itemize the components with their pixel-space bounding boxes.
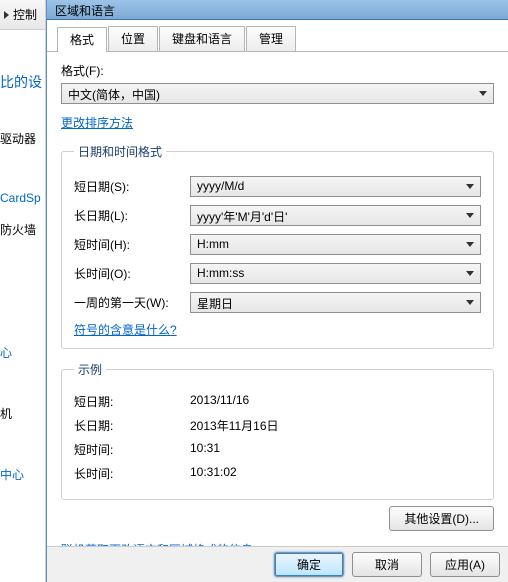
chevron-down-icon: [479, 91, 487, 96]
tab-bar: 格式 位置 键盘和语言 管理: [47, 20, 508, 52]
breadcrumb-text: 控制: [13, 6, 37, 23]
left-item: 机: [0, 397, 43, 430]
underlying-window-fragment: 控制 比的设 驱动器 CardSp 防火墙 心 机 中心: [0, 0, 46, 582]
tab-format[interactable]: 格式: [57, 27, 107, 52]
tab-keyboards[interactable]: 键盘和语言: [159, 26, 245, 51]
left-link[interactable]: CardSp: [0, 183, 43, 213]
ok-button[interactable]: 确定: [274, 552, 344, 577]
long-time-label: 长时间(O):: [74, 265, 190, 282]
left-item: 驱动器: [0, 122, 43, 155]
left-heading-fragment: 比的设: [0, 64, 43, 94]
long-time-select[interactable]: H:mm:ss: [190, 263, 481, 284]
datetime-formats-group: 日期和时间格式 短日期(S): yyyy/M/d 长日期(L): yyyy'年'…: [61, 143, 494, 349]
dialog-button-bar: 确定 取消 应用(A): [47, 546, 508, 582]
apply-button[interactable]: 应用(A): [430, 552, 500, 577]
first-day-label: 一周的第一天(W):: [74, 294, 190, 311]
short-time-label: 短时间(H):: [74, 236, 190, 253]
example-short-date-value: 2013/11/16: [190, 393, 249, 410]
cancel-button[interactable]: 取消: [352, 552, 422, 577]
chevron-down-icon: [466, 300, 474, 305]
first-day-select[interactable]: 星期日: [190, 292, 481, 313]
chevron-down-icon: [466, 242, 474, 247]
region-language-dialog: 区域和语言 格式 位置 键盘和语言 管理 格式(F): 中文(简体，中国) 更改…: [46, 0, 508, 582]
dialog-title: 区域和语言: [55, 4, 115, 18]
breadcrumb-arrow-icon: [4, 11, 9, 19]
left-item: 防火墙: [0, 213, 43, 246]
chevron-down-icon: [466, 184, 474, 189]
chevron-down-icon: [466, 213, 474, 218]
example-short-time-value: 10:31: [190, 441, 220, 458]
tab-panel-format: 格式(F): 中文(简体，中国) 更改排序方法 日期和时间格式 短日期(S): …: [47, 52, 508, 566]
format-label: 格式(F):: [61, 62, 494, 79]
left-link[interactable]: 心: [0, 336, 43, 369]
short-time-select[interactable]: H:mm: [190, 234, 481, 255]
short-date-select[interactable]: yyyy/M/d: [190, 176, 481, 197]
short-date-label: 短日期(S):: [74, 178, 190, 195]
chevron-down-icon: [466, 271, 474, 276]
additional-settings-button[interactable]: 其他设置(D)...: [389, 506, 494, 531]
format-select-value: 中文(简体，中国): [68, 88, 160, 102]
example-short-time-label: 短时间:: [74, 441, 190, 458]
examples-group: 示例 短日期: 2013/11/16 长日期: 2013年11月16日 短时间:…: [61, 361, 494, 500]
dialog-titlebar: 区域和语言: [47, 0, 508, 20]
example-short-date-label: 短日期:: [74, 393, 190, 410]
example-long-date-label: 长日期:: [74, 417, 190, 434]
tab-admin[interactable]: 管理: [246, 26, 296, 51]
example-long-date-value: 2013年11月16日: [190, 417, 279, 434]
datetime-formats-legend: 日期和时间格式: [74, 143, 166, 160]
long-date-select[interactable]: yyyy'年'M'月'd'日': [190, 205, 481, 226]
format-select[interactable]: 中文(简体，中国): [61, 83, 494, 104]
change-sort-link[interactable]: 更改排序方法: [61, 114, 133, 131]
tab-location[interactable]: 位置: [108, 26, 158, 51]
long-date-label: 长日期(L):: [74, 207, 190, 224]
example-long-time-value: 10:31:02: [190, 465, 237, 482]
notation-meaning-link[interactable]: 符号的含意是什么?: [74, 321, 177, 338]
examples-legend: 示例: [74, 361, 106, 378]
left-link[interactable]: 中心: [0, 458, 43, 491]
breadcrumb-bar: 控制: [0, 0, 45, 30]
example-long-time-label: 长时间:: [74, 465, 190, 482]
